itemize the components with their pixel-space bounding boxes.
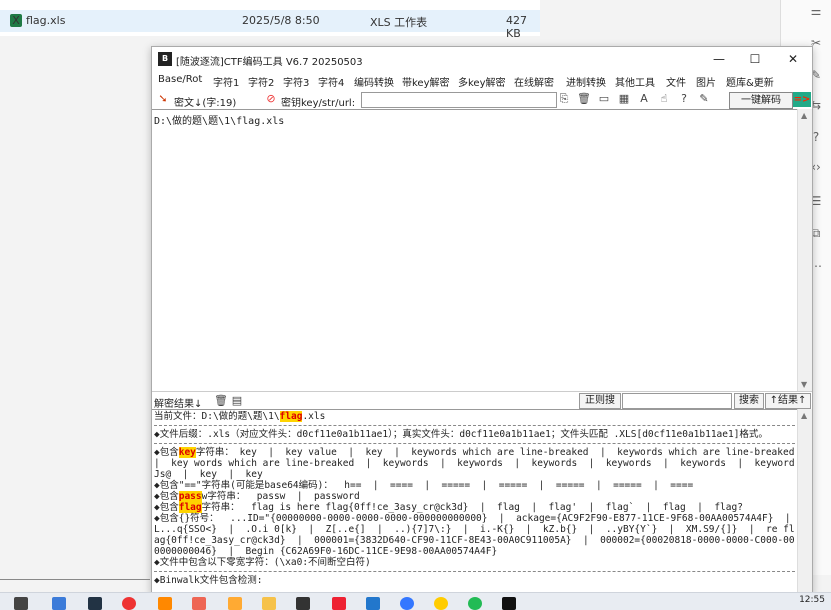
file-size: 427 KB xyxy=(506,14,527,40)
app-logo-icon: B xyxy=(158,52,172,66)
result-copy-icon[interactable]: ▤ xyxy=(230,394,244,408)
start-icon[interactable] xyxy=(14,597,28,610)
cipher-icon: ➘ xyxy=(158,92,168,105)
table-icon[interactable]: ▦ xyxy=(617,92,631,106)
menu-bar: Base/Rot 字符1 字符2 字符3 字符4 编码转换 带key解密 多ke… xyxy=(152,71,812,89)
taskbar-app-icon[interactable] xyxy=(228,597,242,610)
go-arrow-button[interactable]: => xyxy=(793,92,811,107)
input-scrollbar[interactable]: ▲ ▼ xyxy=(797,109,812,391)
current-file-line: 当前文件：D:\做的题\题\1\flag.xls xyxy=(154,411,326,422)
title-bar: B [随波逐流]CTF编码工具 V6.7 20250503 — ☐ ✕ xyxy=(152,47,812,71)
separator xyxy=(154,425,795,426)
like-icon[interactable]: ☝ xyxy=(657,92,671,106)
key-line: ◆包含key字符串： key | key value | key | keywo… xyxy=(154,447,795,480)
result-bar: 解密结果↓ 🗑 ▤ 正则搜 搜索 ↑结果↑ xyxy=(152,391,812,410)
menu-char2[interactable]: 字符2 xyxy=(248,74,274,89)
ctf-tool-taskbar-icon[interactable] xyxy=(502,597,516,610)
cipher-label: 密文↓(字:19) xyxy=(174,98,237,109)
key-label: 密钥key/str/url: xyxy=(281,98,356,109)
menu-update[interactable]: 题库&更新 xyxy=(726,74,774,89)
chrome-icon[interactable] xyxy=(122,597,136,610)
flag-line: ◆包含flag字符串： flag is here flag{0ff!ce_3as… xyxy=(154,502,743,513)
search-input[interactable] xyxy=(622,393,732,409)
explorer-file-list: X flag.xls 2025/5/8 8:50 XLS 工作表 427 KB xyxy=(0,0,540,40)
ctf-tool-window: B [随波逐流]CTF编码工具 V6.7 20250503 — ☐ ✕ Base… xyxy=(151,46,813,594)
taskbar-app-icon[interactable] xyxy=(332,597,346,610)
taskbar-app-icon[interactable] xyxy=(296,597,310,610)
taskbar-app-icon[interactable] xyxy=(434,597,448,610)
output-scrollbar[interactable]: ▲ xyxy=(797,409,812,593)
menu-char4[interactable]: 字符4 xyxy=(318,74,344,89)
clock: 12:55 xyxy=(799,595,825,605)
menu-key-decrypt[interactable]: 带key解密 xyxy=(402,74,450,89)
key-input[interactable] xyxy=(361,92,557,108)
taskbar-app-icon[interactable] xyxy=(366,597,380,610)
separator xyxy=(154,443,795,444)
menu-online-decrypt[interactable]: 在线解密 xyxy=(514,74,554,89)
cipher-input-area[interactable]: D:\做的题\题\1\flag.xls xyxy=(152,109,797,391)
regex-search-button[interactable]: 正则搜 xyxy=(579,393,621,409)
menu-file[interactable]: 文件 xyxy=(666,74,686,89)
menu-other-tools[interactable]: 其他工具 xyxy=(615,74,655,89)
cipher-input-text: D:\做的题\题\1\flag.xls xyxy=(154,116,285,127)
search-button[interactable]: 搜索 xyxy=(734,393,764,409)
result-trash-icon[interactable]: 🗑 xyxy=(214,394,228,408)
close-button[interactable]: ✕ xyxy=(776,49,810,69)
menu-base-convert[interactable]: 进制转换 xyxy=(566,74,606,89)
menu-encoding[interactable]: 编码转换 xyxy=(354,74,394,89)
folder-icon[interactable] xyxy=(262,597,276,610)
maximize-button[interactable]: ☐ xyxy=(738,49,772,69)
save-icon[interactable]: ▭ xyxy=(597,92,611,106)
decode-output: 当前文件：D:\做的题\题\1\flag.xls ◆文件后缀：.xls（对应文件… xyxy=(152,409,797,593)
settings-sliders-icon[interactable]: ⚌ xyxy=(809,4,823,18)
file-date: 2025/5/8 8:50 xyxy=(242,14,320,27)
file-row-flag-xls[interactable]: X flag.xls 2025/5/8 8:50 XLS 工作表 427 KB xyxy=(0,10,540,40)
taskbar-app-icon[interactable] xyxy=(88,597,102,610)
menu-base-rot[interactable]: Base/Rot xyxy=(158,74,202,85)
result-label: 解密结果↓ xyxy=(154,399,203,410)
separator xyxy=(154,571,795,572)
taskbar-app-icon[interactable] xyxy=(52,597,66,610)
file-type: XLS 工作表 xyxy=(370,16,428,29)
menu-char3[interactable]: 字符3 xyxy=(283,74,309,89)
taskbar-app-icon[interactable] xyxy=(158,597,172,610)
suffix-line: ◆文件后缀：.xls（对应文件头：d0cf11e0a1b11ae1）；真实文件头… xyxy=(154,429,768,440)
taskbar-app-icon[interactable] xyxy=(400,597,414,610)
xls-file-icon: X xyxy=(10,14,22,27)
taskbar-app-icon[interactable] xyxy=(468,597,482,610)
menu-image[interactable]: 图片 xyxy=(696,74,716,89)
result-nav-button[interactable]: ↑结果↑ xyxy=(765,393,811,409)
font-icon[interactable]: A xyxy=(637,92,651,106)
binwalk-line: ◆Binwalk文件包含检测: xyxy=(154,575,263,586)
paste-icon[interactable]: ⎘ xyxy=(557,92,571,106)
window-title: [随波逐流]CTF编码工具 V6.7 20250503 xyxy=(176,57,363,68)
toolbar: ➘ 密文↓(字:19) ⊘ 密钥key/str/url: ⎘ 🗑 ▭ ▦ A ☝… xyxy=(152,91,812,109)
scroll-down-icon[interactable]: ▼ xyxy=(801,380,807,389)
taskbar-app-icon[interactable] xyxy=(192,597,206,610)
help-circle-icon[interactable]: ? xyxy=(677,92,691,106)
divider xyxy=(0,579,150,580)
minimize-button[interactable]: — xyxy=(702,49,736,69)
nbsp-line: ◆文件中包含以下零宽字符：(\xa0:不间断空白符) xyxy=(154,557,371,568)
edit-pen-icon[interactable]: ✎ xyxy=(697,92,711,106)
braces-line: ◆包含{}符号： ...ID="{00000000-0000-0000-0000… xyxy=(154,513,795,557)
output-scroll-up-icon[interactable]: ▲ xyxy=(801,411,807,420)
pass-line: ◆包含passw字符串： passw | password xyxy=(154,491,360,502)
base64-line: ◆包含"=="字符串(可能是base64编码)： h== | ==== | ==… xyxy=(154,480,694,491)
one-click-decode-button[interactable]: 一键解码 xyxy=(729,92,793,109)
menu-char1[interactable]: 字符1 xyxy=(213,74,239,89)
taskbar: 12:55 xyxy=(0,592,831,610)
scroll-up-icon[interactable]: ▲ xyxy=(801,111,807,120)
key-icon: ⊘ xyxy=(266,92,276,105)
menu-multikey-decrypt[interactable]: 多key解密 xyxy=(458,74,506,89)
trash-icon[interactable]: 🗑 xyxy=(577,92,591,106)
file-name: flag.xls xyxy=(26,14,66,27)
